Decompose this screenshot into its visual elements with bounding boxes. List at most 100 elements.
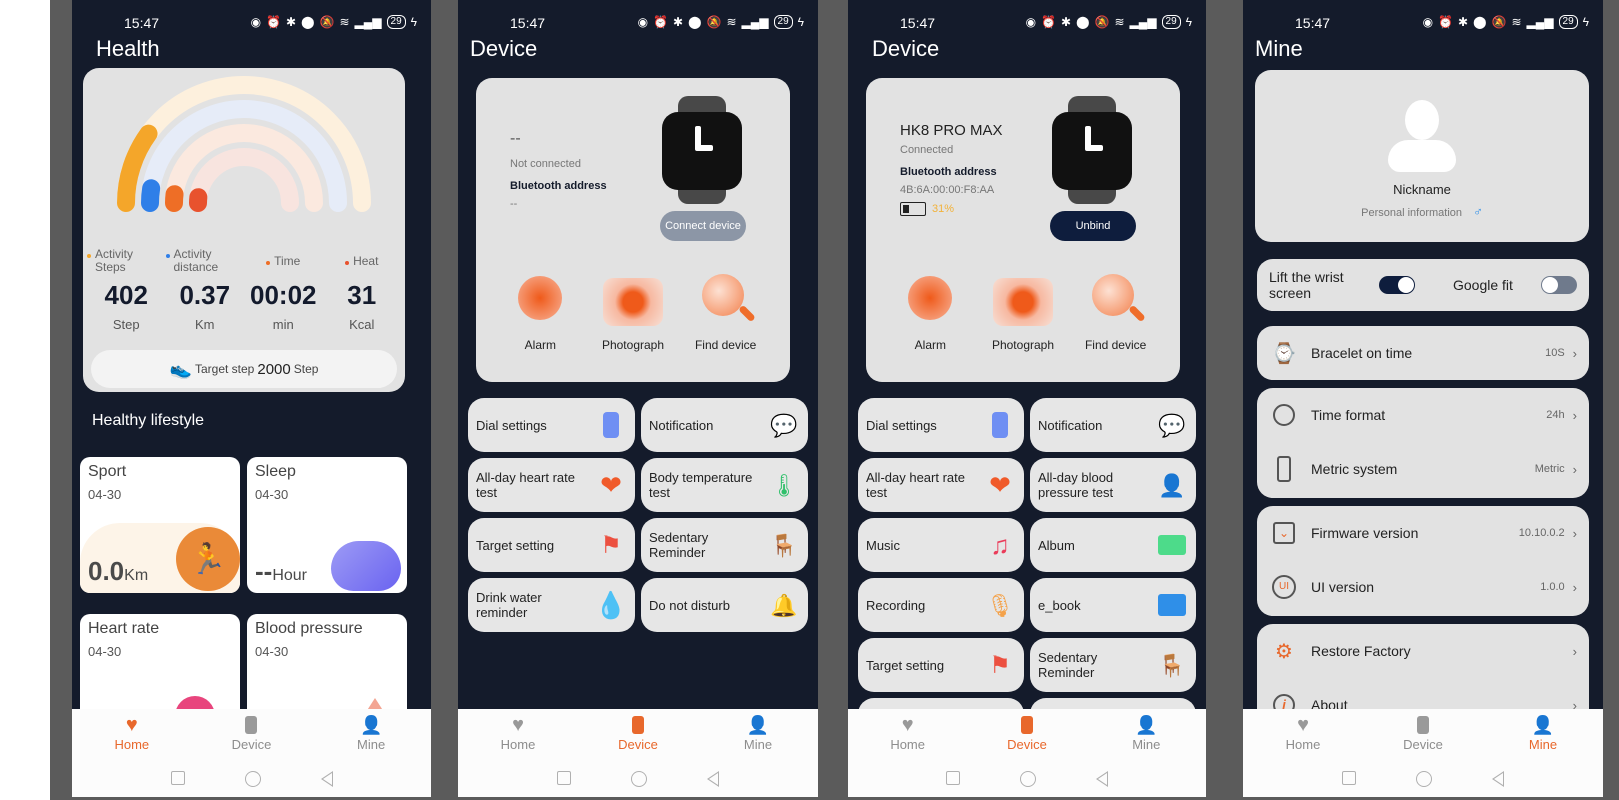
charging-icon: ϟ <box>410 15 417 29</box>
status-icons: ◉ ⏰ ✱ ⬤ 🔕 ≋ ▂▄▆ 29 ϟ <box>251 15 417 29</box>
bottom-navigation: ♥ Home Device 👤 Mine <box>1243 709 1603 797</box>
grid-item-sedentary-reminder[interactable]: Sedentary Reminder 🪑 <box>641 518 808 572</box>
alarm-button[interactable]: Alarm <box>886 270 974 352</box>
tab-mine[interactable]: 👤 Mine <box>326 715 416 753</box>
grid-item-drink-water[interactable]: Drink water reminder 💧 <box>468 578 635 632</box>
grid-label: Sedentary Reminder <box>649 530 709 560</box>
battery-icon: 29 <box>386 15 406 29</box>
activity-card[interactable]: Activity Steps 402 Step Activity distanc… <box>83 68 405 392</box>
tab-home[interactable]: ♥ Home <box>1258 714 1348 753</box>
row-restore-factory[interactable]: ⚙ Restore Factory › <box>1257 624 1589 678</box>
grid-item-heart-rate-test[interactable]: All-day heart rate test ❤ <box>468 458 635 512</box>
tile-date: 04-30 <box>88 644 122 659</box>
target-value: 2000 <box>257 360 291 378</box>
grid-item-sedentary-reminder[interactable]: Sedentary Reminder 🪑 <box>1030 638 1196 692</box>
signal-icon: ▂▄▆ <box>741 15 769 29</box>
tab-home[interactable]: ♥ Home <box>473 714 563 753</box>
grid-item-music[interactable]: Music ♫ <box>858 518 1024 572</box>
recents-button[interactable] <box>557 771 571 785</box>
status-bar: 15:47 ◉ ⏰ ✱ ⬤ 🔕 ≋ ▂▄▆ 29 ϟ <box>72 14 431 34</box>
photograph-button[interactable]: Photograph <box>979 270 1067 352</box>
tile-sleep[interactable]: Sleep 04-30 --Hour <box>247 457 407 593</box>
charging-icon: ϟ <box>1582 15 1589 29</box>
tab-home[interactable]: ♥ Home <box>87 714 177 753</box>
grid-item-body-temperature[interactable]: Body temperature test 🌡 <box>641 458 808 512</box>
find-device-button[interactable]: Find device <box>1072 270 1160 352</box>
grid-item-notification[interactable]: Notification 💬 <box>641 398 808 452</box>
connect-device-button[interactable]: Connect device <box>660 211 746 241</box>
quick-label: Alarm <box>914 338 946 352</box>
flag-icon: ⚑ <box>989 651 1011 679</box>
alarm-icon: ⏰ <box>1041 15 1057 29</box>
grid-item-target-setting[interactable]: Target setting ⚑ <box>858 638 1024 692</box>
google-fit-toggle[interactable] <box>1541 276 1577 294</box>
recents-button[interactable] <box>1342 771 1356 785</box>
home-button[interactable] <box>1020 771 1036 787</box>
grid-item-dial-settings[interactable]: Dial settings <box>468 398 635 452</box>
row-label: Bracelet on time <box>1311 345 1413 361</box>
row-metric-system[interactable]: Metric system Metric › <box>1257 442 1589 496</box>
home-button[interactable] <box>631 771 647 787</box>
status-bar: 15:47 ◉ ⏰ ✱ ⬤ 🔕 ≋ ▂▄▆ 29 ϟ <box>848 14 1206 34</box>
tab-mine[interactable]: 👤 Mine <box>1101 715 1191 753</box>
grid-label: All-day blood pressure test <box>1038 470 1114 500</box>
target-step-button[interactable]: 👟 Target step 2000 Step <box>91 350 397 388</box>
grid-item-do-not-disturb[interactable]: Do not disturb 🔔 <box>641 578 808 632</box>
recents-button[interactable] <box>170 771 185 785</box>
grid-item-heart-rate-test[interactable]: All-day heart rate test ❤ <box>858 458 1024 512</box>
tab-device[interactable]: Device <box>593 715 683 752</box>
home-button[interactable] <box>244 771 261 787</box>
toggle-card: Lift the wrist screen Google fit <box>1257 259 1589 311</box>
row-bracelet-on-time[interactable]: ⌚ Bracelet on time 10S › <box>1257 326 1589 380</box>
photograph-button[interactable]: Photograph <box>589 270 677 352</box>
grid-item-album[interactable]: Album <box>1030 518 1196 572</box>
signal-icon: ▂▄▆ <box>354 15 382 29</box>
home-button[interactable] <box>1416 771 1432 787</box>
grid-item-dial-settings[interactable]: Dial settings <box>858 398 1024 452</box>
battery-level-icon <box>900 202 926 216</box>
grid-label: Sedentary Reminder <box>1038 650 1098 680</box>
row-label: Restore Factory <box>1311 643 1411 659</box>
tab-mine[interactable]: 👤 Mine <box>1498 715 1588 753</box>
watch-icon <box>1412 715 1434 735</box>
recents-button[interactable] <box>946 771 960 785</box>
grid-label: Notification <box>1038 417 1103 433</box>
grid-item-blood-pressure-test[interactable]: All-day blood pressure test 👤 <box>1030 458 1196 512</box>
stat-label: Time <box>274 254 301 268</box>
unbind-button[interactable]: Unbind <box>1050 211 1136 241</box>
grid-item-target-setting[interactable]: Target setting ⚑ <box>468 518 635 572</box>
profile-card[interactable]: Nickname Personal information ♂ <box>1255 70 1589 242</box>
alarm-icon: ⏰ <box>653 15 669 29</box>
sport-unit: Km <box>124 567 149 584</box>
system-navigation <box>72 771 431 787</box>
tab-device[interactable]: Device <box>1378 715 1468 752</box>
find-device-button[interactable]: Find device <box>682 270 770 352</box>
sitting-person-icon: 🪑 <box>770 532 798 558</box>
bt-address-label: Bluetooth address <box>510 180 607 192</box>
tab-mine[interactable]: 👤 Mine <box>713 714 803 753</box>
row-firmware-version[interactable]: ⌄ Firmware version 10.10.0.2 › <box>1257 506 1589 560</box>
device-card: HK8 PRO MAX Connected Bluetooth address … <box>866 78 1180 382</box>
back-button[interactable] <box>320 771 333 787</box>
tab-home[interactable]: ♥ Home <box>863 714 953 753</box>
stat-steps: Activity Steps 402 Step <box>87 248 166 332</box>
tile-sport[interactable]: Sport 04-30 0.0Km 🏃 <box>80 457 240 593</box>
eye-icon: ◉ <box>1422 15 1434 29</box>
grid-item-notification[interactable]: Notification 💬 <box>1030 398 1196 452</box>
grid-item-recording[interactable]: Recording 🎙 <box>858 578 1024 632</box>
back-button[interactable] <box>707 771 719 787</box>
lift-wrist-toggle[interactable] <box>1379 276 1415 294</box>
back-button[interactable] <box>1096 771 1108 787</box>
watch-icon <box>662 96 742 204</box>
personal-info-row[interactable]: Personal information ♂ <box>1255 204 1589 219</box>
row-ui-version[interactable]: UI UI version 1.0.0 › <box>1257 560 1589 614</box>
alarm-button[interactable]: Alarm <box>496 270 584 352</box>
row-time-format[interactable]: Time format 24h › <box>1257 388 1589 442</box>
tab-device[interactable]: Device <box>982 715 1072 752</box>
status-icons: ◉ ⏰ ✱ ⬤ 🔕 ≋ ▂▄▆ 29 ϟ <box>1423 15 1589 29</box>
person-icon: 👤 <box>746 714 770 735</box>
quick-label: Find device <box>1084 338 1147 352</box>
grid-item-ebook[interactable]: e_book <box>1030 578 1196 632</box>
back-button[interactable] <box>1492 771 1504 787</box>
tab-device[interactable]: Device <box>206 715 296 752</box>
